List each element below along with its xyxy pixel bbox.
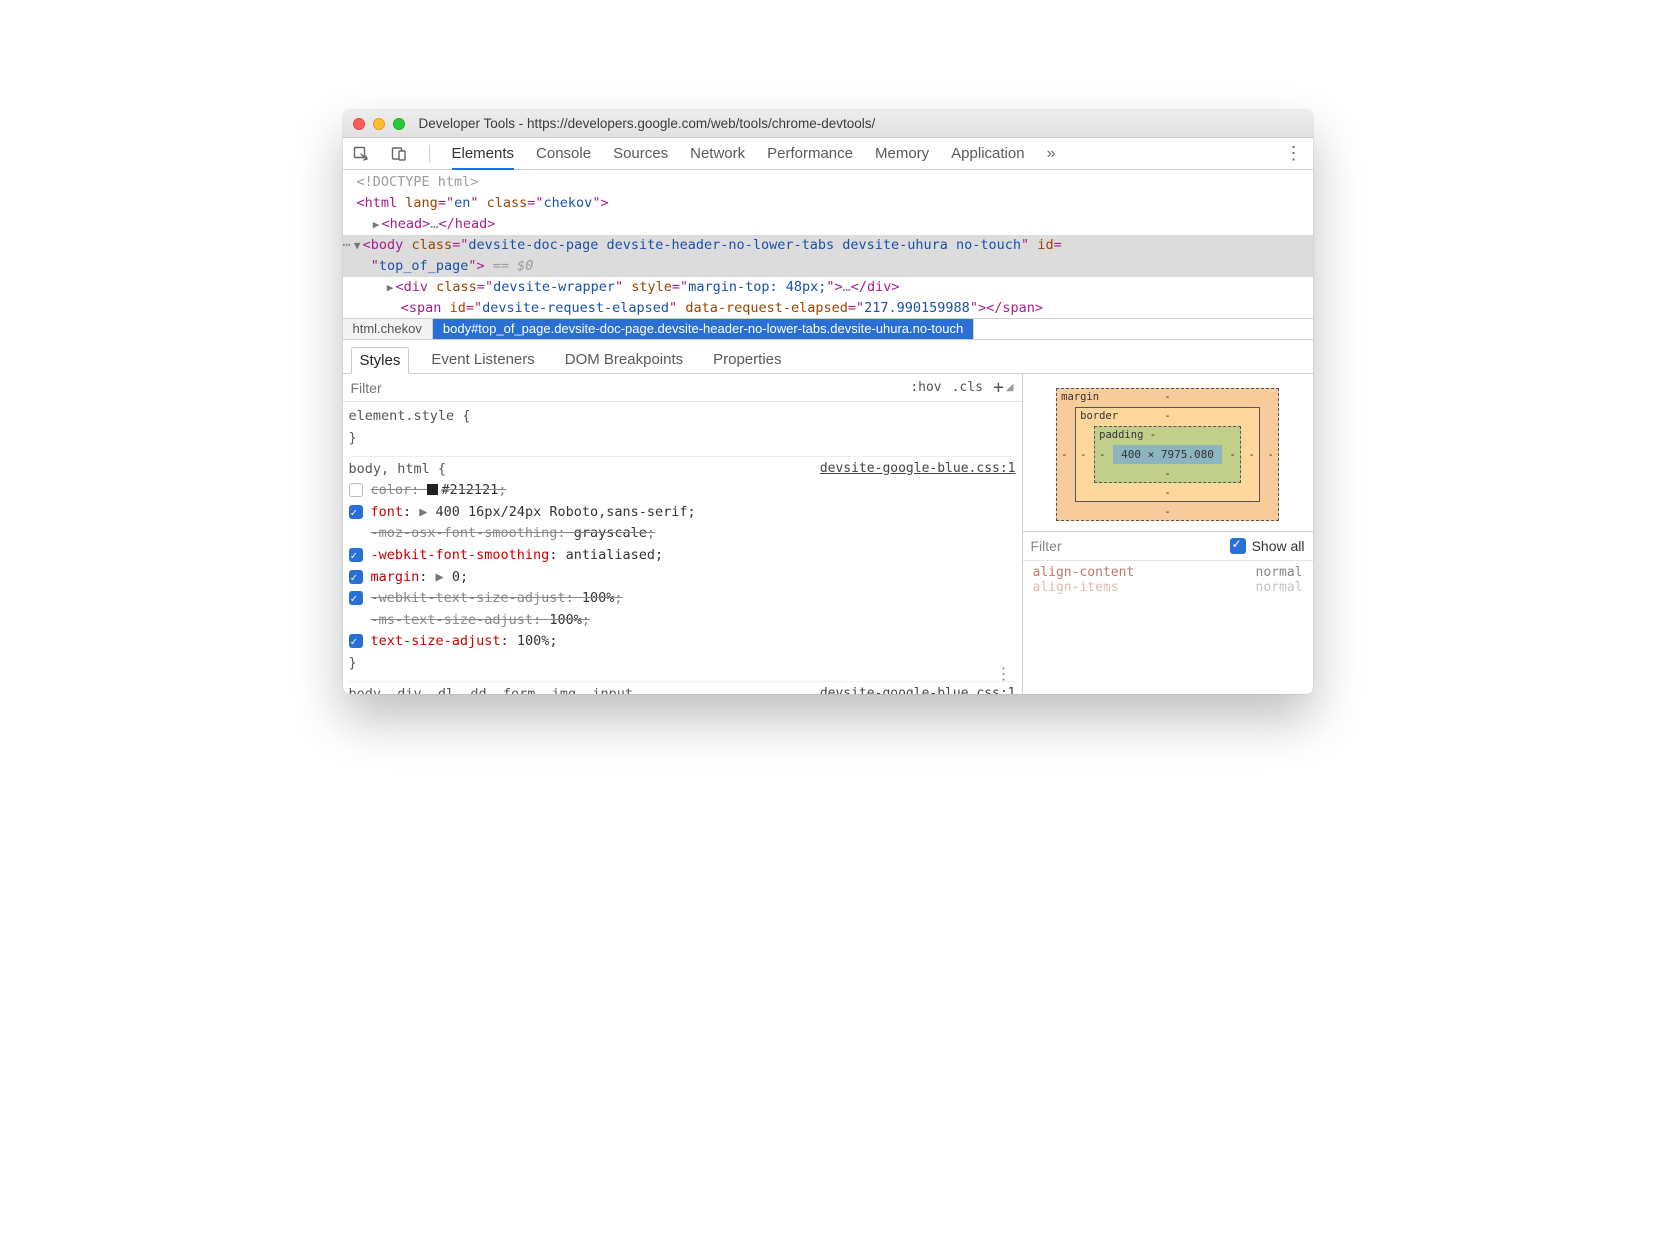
breadcrumb-rest [974, 319, 1312, 339]
filter-corner-icon[interactable]: ◢ [1006, 382, 1014, 393]
bm-border-label: border [1080, 410, 1118, 422]
new-style-rule-button[interactable]: + [993, 377, 1004, 398]
lower-split: :hov .cls + ◢ element.style { } devsite-… [343, 374, 1313, 694]
css-rules-list[interactable]: element.style { } devsite-google-blue.cs… [343, 402, 1022, 694]
dom-tree[interactable]: <!DOCTYPE html> <html lang="en" class="c… [343, 170, 1313, 318]
prop-webkit-text-size[interactable]: -webkit-text-size-adjust: 100%; [349, 588, 1016, 610]
styles-sub-tabs: Styles Event Listeners DOM Breakpoints P… [343, 340, 1313, 374]
source-link[interactable]: devsite-google-blue.css:1 [820, 459, 1016, 480]
window-controls [353, 118, 405, 130]
box-model[interactable]: margin - - - - border - - - - padding - … [1023, 374, 1313, 531]
tab-memory[interactable]: Memory [875, 139, 929, 168]
subtab-styles[interactable]: Styles [351, 347, 410, 374]
subtab-properties[interactable]: Properties [705, 347, 789, 372]
inspect-element-icon[interactable] [353, 146, 369, 162]
tab-application[interactable]: Application [951, 139, 1024, 168]
computed-list[interactable]: align-contentnormal align-itemsnormal [1023, 561, 1313, 599]
rule-body-html[interactable]: devsite-google-blue.css:1 body, html { c… [349, 457, 1016, 682]
device-toolbar-icon[interactable] [391, 146, 407, 162]
dom-head-collapsed[interactable]: ▶<head>…</head> [343, 214, 1313, 235]
bm-content-size: 400 × 7975.080 [1113, 445, 1222, 464]
computed-filter-row: Filter Show all [1023, 531, 1313, 561]
window-title: Developer Tools - https://developers.goo… [419, 116, 876, 131]
tab-performance[interactable]: Performance [767, 139, 853, 168]
computed-row[interactable]: align-contentnormal [1033, 565, 1303, 580]
dom-div-wrapper[interactable]: ▶<div class="devsite-wrapper" style="mar… [343, 277, 1313, 298]
computed-row[interactable]: align-itemsnormal [1033, 580, 1303, 595]
computed-filter-label[interactable]: Filter [1031, 538, 1062, 554]
prop-toggle[interactable] [349, 505, 363, 519]
main-tab-bar: Elements Console Sources Network Perform… [343, 138, 1313, 170]
titlebar: Developer Tools - https://developers.goo… [343, 110, 1313, 138]
tab-network[interactable]: Network [690, 139, 745, 168]
show-all-checkbox[interactable] [1230, 538, 1246, 554]
rule-element-style[interactable]: element.style { } [349, 404, 1016, 456]
prop-webkit-smoothing[interactable]: -webkit-font-smoothing: antialiased; [349, 545, 1016, 567]
styles-pane: :hov .cls + ◢ element.style { } devsite-… [343, 374, 1023, 694]
bm-padding-label: padding - [1099, 429, 1156, 441]
tab-console[interactable]: Console [536, 139, 591, 168]
show-all-label[interactable]: Show all [1252, 538, 1305, 554]
source-link[interactable]: devsite-google-blue.css:1 [820, 684, 1016, 695]
prop-font[interactable]: font: ▶ 400 16px/24px Roboto,sans-serif; [349, 502, 1016, 524]
prop-toggle[interactable] [349, 591, 363, 605]
rule-body-div-etc[interactable]: devsite-google-blue.css:1 body, div, dl,… [349, 682, 1016, 695]
prop-margin[interactable]: margin: ▶ 0; [349, 567, 1016, 589]
dom-span-elapsed[interactable]: <span id="devsite-request-elapsed" data-… [343, 298, 1313, 319]
breadcrumb-body[interactable]: body#top_of_page.devsite-doc-page.devsit… [433, 319, 974, 339]
dom-breadcrumb: html.chekov body#top_of_page.devsite-doc… [343, 318, 1313, 340]
styles-filter-input[interactable] [351, 380, 901, 396]
prop-ms-text-size[interactable]: -ms-text-size-adjust: 100%; [349, 610, 1016, 632]
tab-sources[interactable]: Sources [613, 139, 668, 168]
prop-color[interactable]: color: #212121; [349, 480, 1016, 502]
cls-toggle[interactable]: .cls [952, 380, 983, 395]
subtab-event-listeners[interactable]: Event Listeners [423, 347, 542, 372]
minimize-window-button[interactable] [373, 118, 385, 130]
settings-kebab-icon[interactable]: ⋮ [1285, 143, 1303, 164]
zoom-window-button[interactable] [393, 118, 405, 130]
prop-toggle[interactable] [349, 483, 363, 497]
dom-html-open[interactable]: <html lang="en" class="chekov"> [343, 193, 1313, 214]
styles-filter-row: :hov .cls + ◢ [343, 374, 1022, 402]
computed-pane: margin - - - - border - - - - padding - … [1023, 374, 1313, 694]
hov-toggle[interactable]: :hov [910, 380, 941, 395]
dom-doctype[interactable]: <!DOCTYPE html> [343, 172, 1313, 193]
bm-margin-label: margin [1061, 391, 1099, 403]
prop-toggle[interactable] [349, 634, 363, 648]
rule-menu-icon[interactable]: ⋮ [996, 671, 1012, 677]
prop-toggle[interactable] [349, 548, 363, 562]
devtools-window: Developer Tools - https://developers.goo… [343, 110, 1313, 694]
tab-elements[interactable]: Elements [452, 139, 515, 170]
prop-toggle[interactable] [349, 570, 363, 584]
breadcrumb-html[interactable]: html.chekov [343, 319, 433, 339]
more-tabs-icon[interactable]: » [1047, 145, 1056, 163]
prop-text-size-adjust[interactable]: text-size-adjust: 100%; [349, 631, 1016, 653]
dom-body-selected[interactable]: ⋯▼ <body class="devsite-doc-page devsite… [343, 235, 1313, 277]
prop-moz-smoothing[interactable]: -moz-osx-font-smoothing: grayscale; [349, 523, 1016, 545]
subtab-dom-breakpoints[interactable]: DOM Breakpoints [557, 347, 691, 372]
close-window-button[interactable] [353, 118, 365, 130]
